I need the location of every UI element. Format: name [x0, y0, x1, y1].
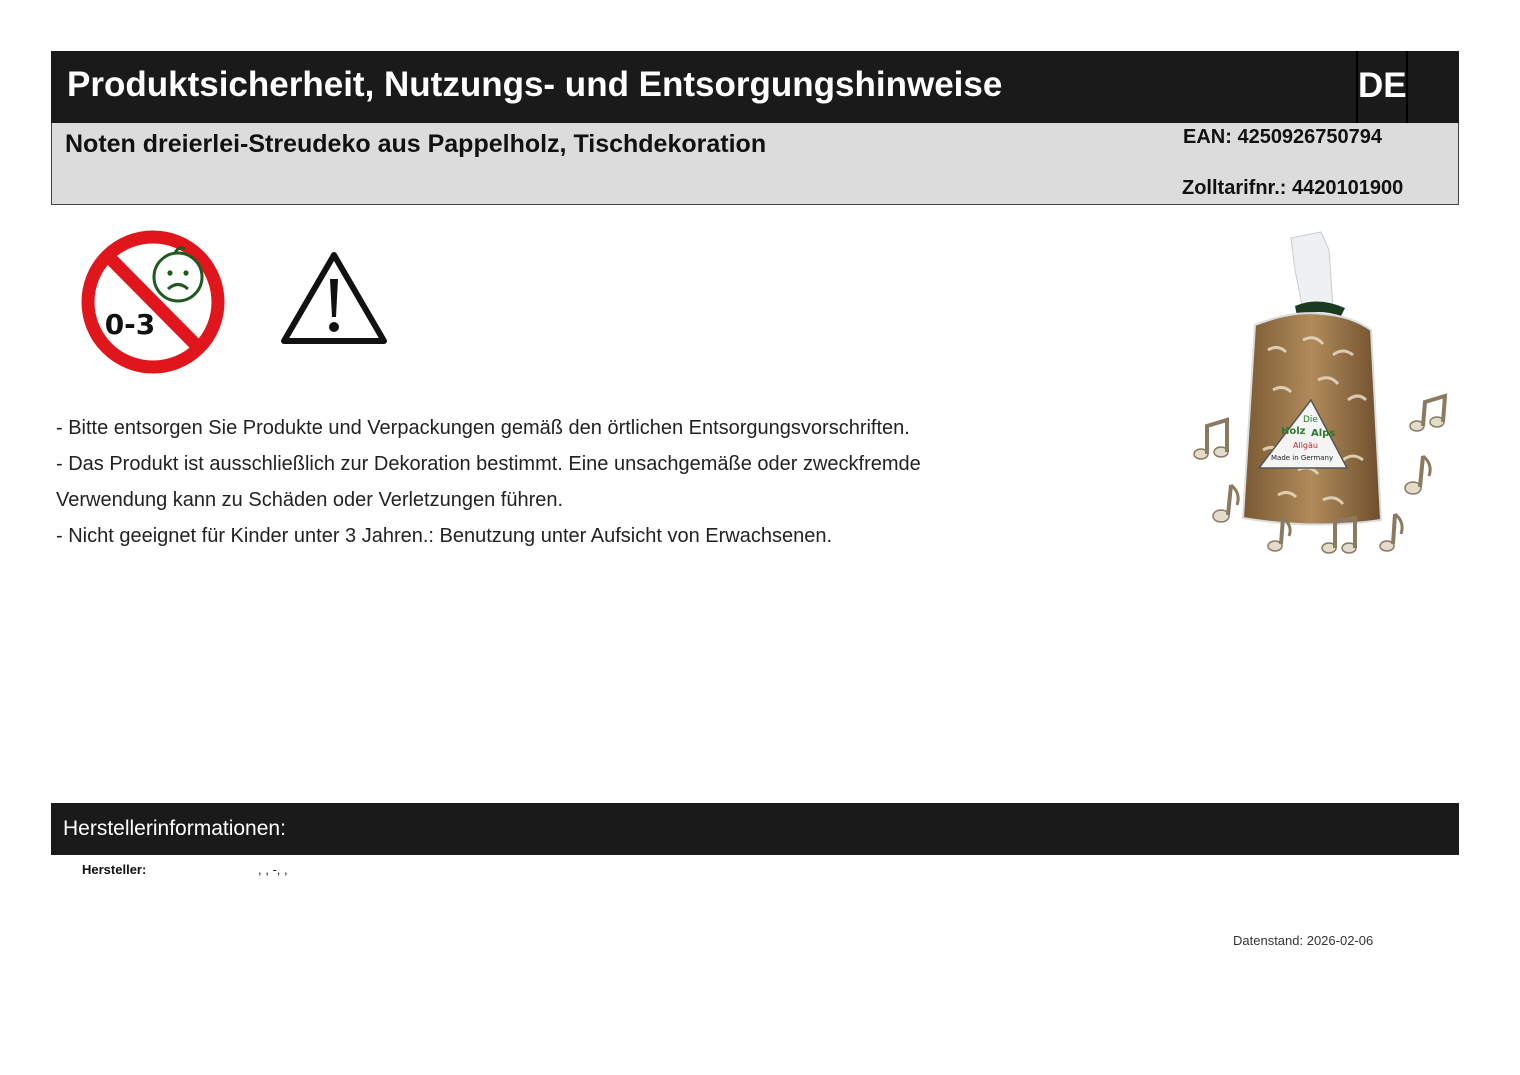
music-note-icon: [1212, 483, 1240, 523]
svg-text:Holz: Holz: [1281, 426, 1306, 437]
music-note-icon: [1193, 417, 1229, 460]
manufacturer-label: Hersteller:: [82, 862, 147, 877]
customs-tariff-number: Zolltarifnr.: 4420101900: [1182, 177, 1404, 199]
ean-code: EAN: 4250926750794: [1183, 126, 1383, 148]
age-range-label: 0-3: [105, 308, 156, 341]
music-note-icon: [1379, 512, 1404, 552]
product-name: Noten dreierlei-Streudeko aus Pappelholz…: [65, 130, 767, 158]
data-date: Datenstand: 2026-02-06: [1233, 933, 1374, 948]
svg-text:Allgäu: Allgäu: [1293, 441, 1318, 450]
page-title: Produktsicherheit, Nutzungs- und Entsorg…: [67, 65, 1003, 104]
music-note-icon: [1404, 454, 1432, 495]
header-bar: Produktsicherheit, Nutzungs- und Entsorg…: [51, 51, 1459, 123]
note-line: - Bitte entsorgen Sie Produkte und Verpa…: [56, 417, 910, 439]
note-line: Verwendung kann zu Schäden oder Verletzu…: [56, 489, 564, 511]
product-info-bar: Noten dreierlei-Streudeko aus Pappelholz…: [51, 123, 1459, 205]
svg-text:Die: Die: [1303, 415, 1318, 425]
manufacturer-info-bar: Herstellerinformationen:: [51, 803, 1459, 855]
music-note-icon: [1409, 393, 1448, 432]
manufacturer-section-title: Herstellerinformationen:: [63, 817, 286, 840]
svg-text:Made in Germany: Made in Germany: [1271, 454, 1333, 462]
warning-triangle-icon: [281, 252, 387, 344]
product-photo: Die Holz Alps Allgäu Made in Germany: [1193, 231, 1448, 554]
note-line: - Nicht geeignet für Kinder unter 3 Jahr…: [56, 525, 833, 547]
no-children-0-3-icon: 0-3: [81, 230, 225, 374]
note-line: - Das Produkt ist ausschließlich zur Dek…: [56, 453, 921, 475]
manufacturer-value: , , -, ,: [258, 862, 288, 877]
svg-text:Alps: Alps: [1311, 428, 1335, 439]
safety-notes: - Bitte entsorgen Sie Produkte und Verpa…: [56, 410, 1056, 554]
language-code: DE: [1356, 51, 1408, 123]
